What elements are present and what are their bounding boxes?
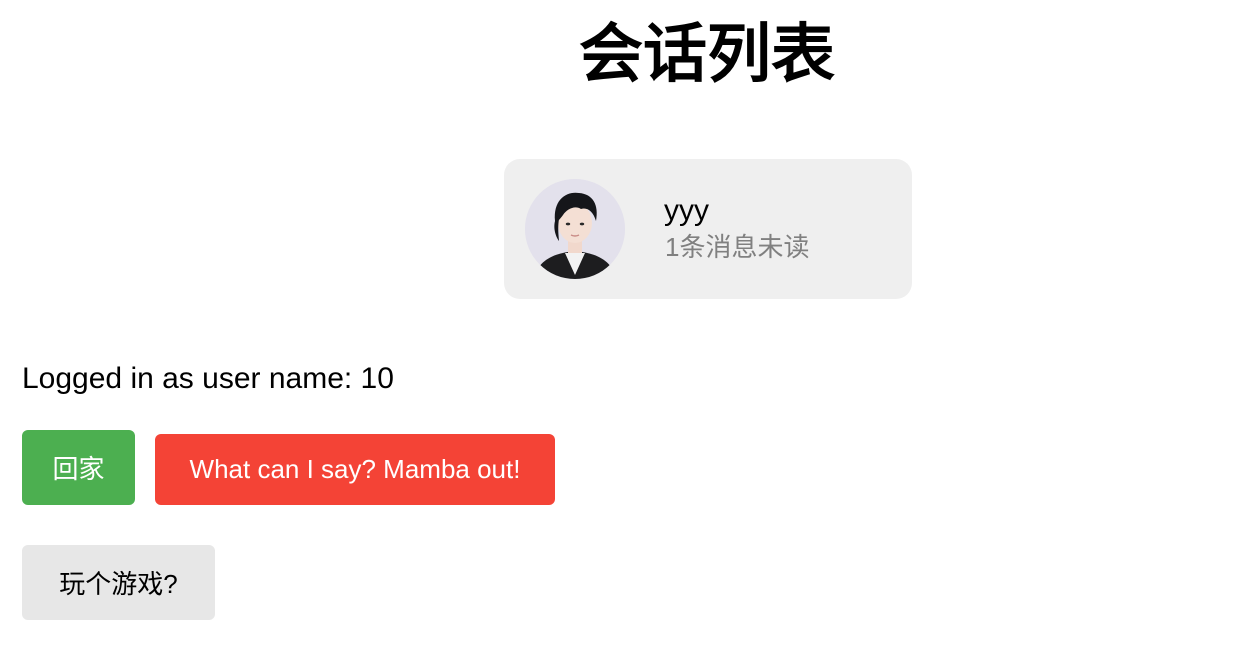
user-avatar-icon xyxy=(525,179,625,279)
unread-count: 1条消息未读 xyxy=(665,232,810,262)
page: 会话列表 yyy 1条消息未读 Logged in as user name: … xyxy=(0,0,1244,666)
mamba-out-button[interactable]: What can I say? Mamba out! xyxy=(155,434,555,505)
conversation-item[interactable]: yyy 1条消息未读 xyxy=(504,159,912,299)
login-status: Logged in as user name: 10 xyxy=(22,362,394,395)
conversation-name: yyy xyxy=(664,194,709,227)
page-title: 会话列表 xyxy=(579,18,835,90)
avatar xyxy=(525,179,625,279)
home-button[interactable]: 回家 xyxy=(22,430,135,505)
play-game-button[interactable]: 玩个游戏? xyxy=(22,545,215,620)
